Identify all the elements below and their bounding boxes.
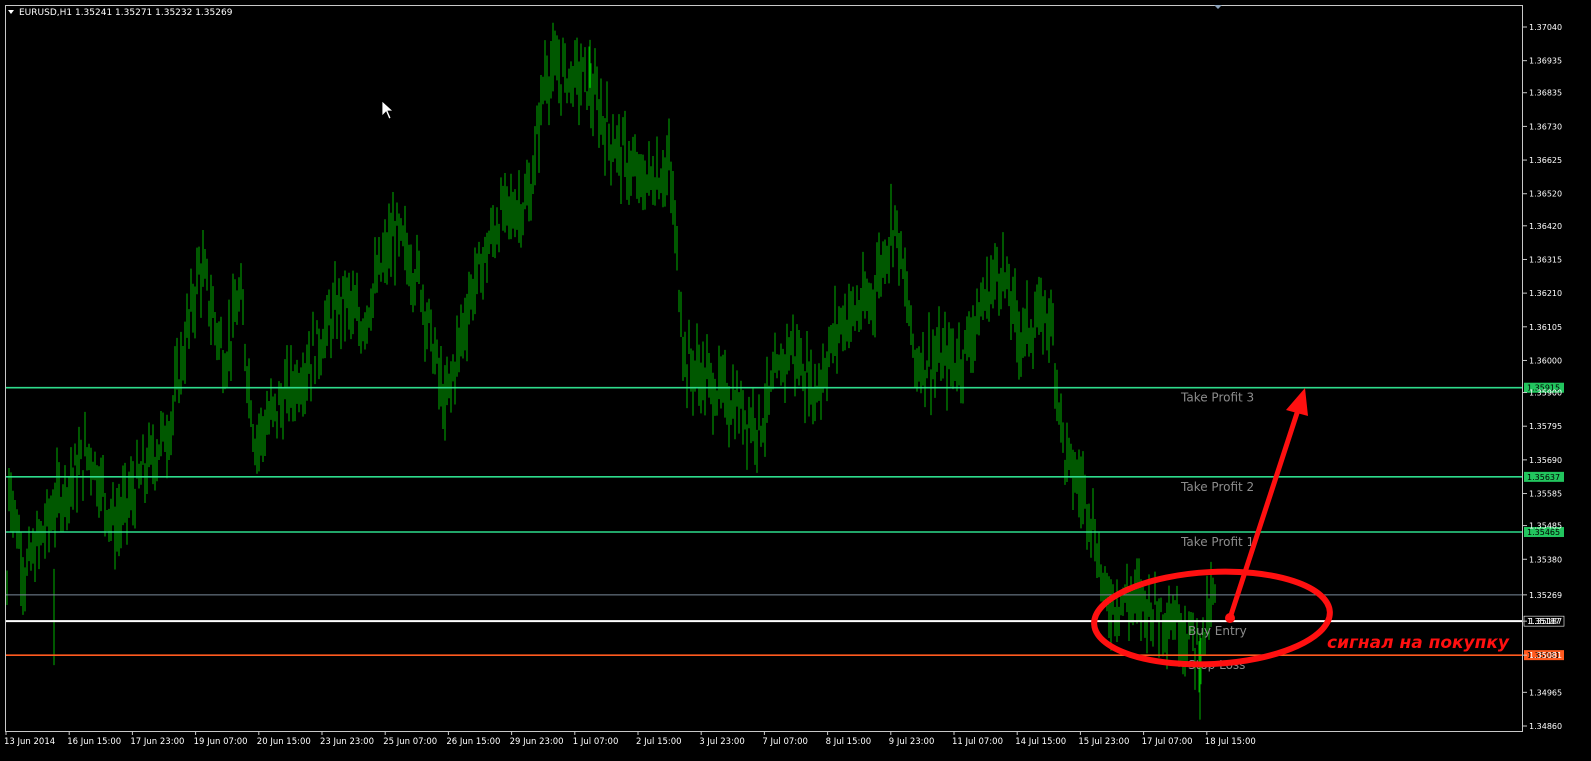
time-label: 17 Jul 07:00	[1142, 737, 1193, 747]
time-label: 25 Jun 07:00	[383, 737, 437, 747]
time-label: 1 Jul 07:00	[573, 737, 619, 747]
symbol-info: EURUSD,H1 1.35241 1.35271 1.35232 1.3526…	[19, 8, 233, 18]
mouse-cursor-icon	[381, 100, 395, 120]
time-label: 11 Jul 07:00	[952, 737, 1003, 747]
price-label: 1.34860	[1529, 722, 1562, 731]
buy-entry-label: Buy Entry	[1188, 624, 1247, 638]
buy-signal-annotation: сигнал на покупку	[1091, 388, 1510, 668]
time-label: 8 Jul 15:00	[826, 737, 872, 747]
take-profit-2-label: Take Profit 2	[1180, 480, 1254, 494]
price-label: 1.36315	[1529, 255, 1562, 264]
price-label: 1.36835	[1529, 89, 1562, 98]
price-label: 1.36210	[1529, 289, 1562, 298]
price-label: 1.35485	[1529, 522, 1562, 531]
price-label: 1.35187	[1529, 617, 1562, 626]
time-label: 7 Jul 07:00	[762, 737, 808, 747]
time-label: 26 Jun 15:00	[446, 737, 500, 747]
time-label: 2 Jul 15:00	[636, 737, 682, 747]
triangle-down-icon[interactable]	[8, 10, 14, 14]
signal-arrowhead-icon	[1286, 388, 1308, 416]
price-label: 1.35380	[1529, 555, 1562, 564]
price-label: 1.35690	[1529, 456, 1562, 465]
price-label: 1.35081	[1529, 651, 1562, 660]
time-label: 18 Jul 15:00	[1205, 737, 1256, 747]
time-axis: 13 Jun 2014 16 Jun 15:00 17 Jun 23:00 19 Ju…	[4, 731, 1256, 747]
price-label: 1.36105	[1529, 323, 1562, 332]
price-label: 1.34965	[1529, 688, 1562, 697]
time-label: 20 Jun 15:00	[257, 737, 311, 747]
price-label: 1.36935	[1529, 57, 1562, 66]
take-profit-1-label: Take Profit 1	[1180, 535, 1254, 549]
chart-shift-marker[interactable]	[1214, 5, 1222, 9]
price-label: 1.36625	[1529, 156, 1562, 165]
price-label: 1.35900	[1529, 389, 1562, 398]
price-label: 1.36000	[1529, 356, 1562, 365]
time-label: 23 Jun 23:00	[320, 737, 374, 747]
time-label: 15 Jul 23:00	[1078, 737, 1129, 747]
take-profit-3-label: Take Profit 3	[1180, 391, 1254, 405]
signal-label: сигнал на покупку	[1327, 633, 1510, 653]
price-chart[interactable]: EURUSD,H1 1.35241 1.35271 1.35232 1.3526…	[0, 0, 1591, 761]
time-label: 13 Jun 2014	[4, 737, 55, 747]
signal-arrow-shaft	[1227, 409, 1301, 619]
current-price-label: 1.35269	[1529, 591, 1562, 600]
price-bars	[6, 22, 1216, 720]
price-label: 1.35795	[1529, 422, 1562, 431]
trade-levels: Take Profit 31.35915Take Profit 21.35637…	[6, 382, 1565, 672]
price-label: 1.36520	[1529, 190, 1562, 199]
time-label: 9 Jul 23:00	[889, 737, 935, 747]
chart-canvas[interactable]: EURUSD,H1 1.35241 1.35271 1.35232 1.3526…	[0, 0, 1591, 761]
time-label: 16 Jun 15:00	[67, 737, 121, 747]
price-label: 1.36730	[1529, 122, 1562, 131]
time-label: 3 Jul 23:00	[699, 737, 745, 747]
price-label: 1.36420	[1529, 222, 1562, 231]
time-label: 14 Jul 15:00	[1015, 737, 1066, 747]
plot-area-border	[5, 5, 1523, 732]
time-label: 19 Jun 07:00	[194, 737, 248, 747]
price-label: 1.35585	[1529, 490, 1562, 499]
time-label: 29 Jun 23:00	[510, 737, 564, 747]
price-label: 1.37040	[1529, 23, 1562, 32]
take-profit-2-price-text: 1.35637	[1527, 473, 1560, 482]
time-label: 17 Jun 23:00	[130, 737, 184, 747]
